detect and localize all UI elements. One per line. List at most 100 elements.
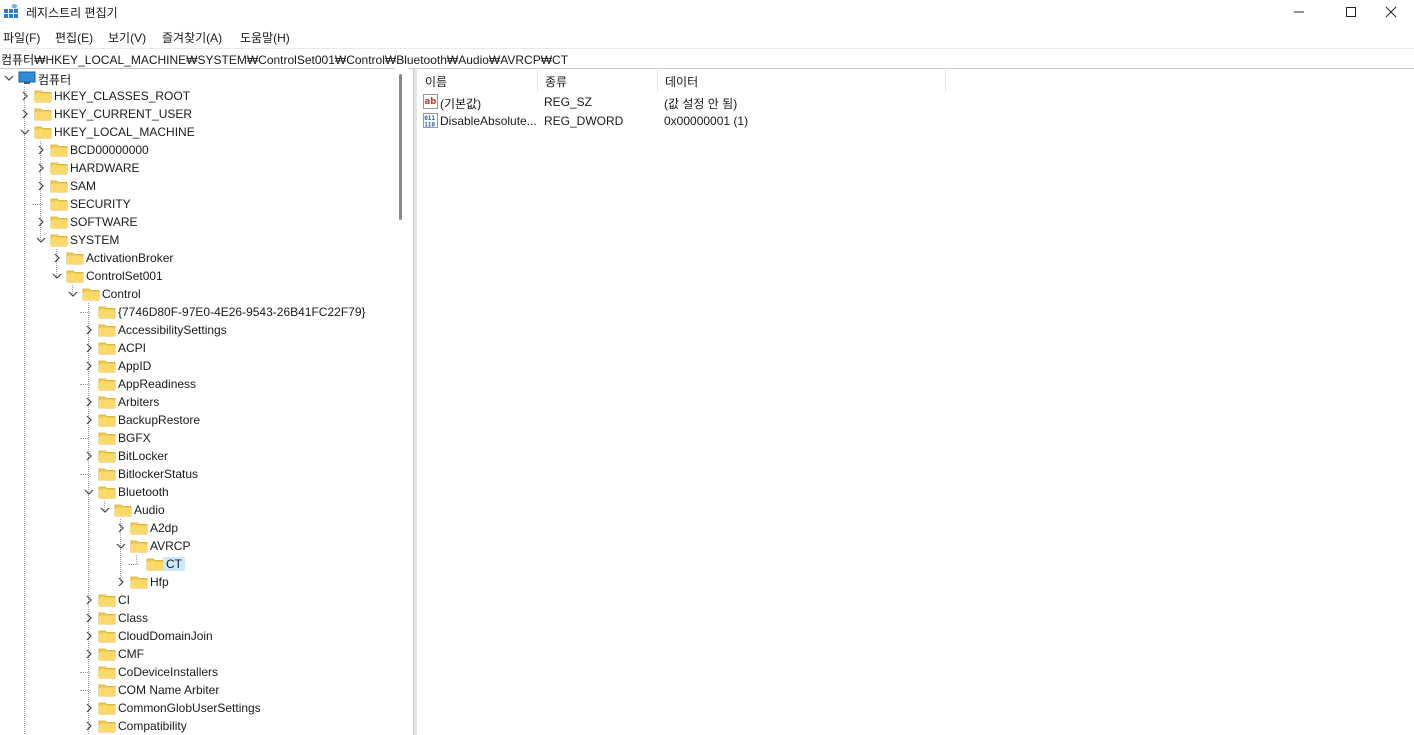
tree-node[interactable]: ActivationBroker [0,249,394,267]
chevron-right-icon[interactable] [84,451,94,461]
tree-node-label: HKEY_CLASSES_ROOT [54,89,191,103]
chevron-right-icon[interactable] [84,325,94,335]
tree-node[interactable]: SYSTEM [0,231,394,249]
tree-node-label: AppReadiness [118,377,197,391]
chevron-right-icon[interactable] [20,91,30,101]
values-list[interactable]: 이름 종류 데이터 ab (기본값) REG_SZ (값 설정 안 됨) 011… [417,68,1414,735]
tree-node[interactable]: BitLocker [0,447,394,465]
address-bar[interactable]: 컴퓨터₩HKEY_LOCAL_MACHINE₩SYSTEM₩ControlSet… [0,48,1414,69]
tree-node[interactable]: AccessibilitySettings [0,321,394,339]
chevron-down-icon[interactable] [84,487,94,497]
chevron-down-icon[interactable] [4,73,14,83]
tree-node-label: BitLocker [118,449,169,463]
chevron-right-icon[interactable] [52,253,62,263]
tree-node[interactable]: SECURITY [0,195,394,213]
chevron-right-icon[interactable] [36,181,46,191]
tree-node[interactable]: 컴퓨터 [0,69,394,87]
tree-node[interactable]: BitlockerStatus [0,465,394,483]
chevron-right-icon[interactable] [84,361,94,371]
tree-node[interactable]: Class [0,609,394,627]
tree-node-label: ACPI [118,341,147,355]
tree-node[interactable]: BackupRestore [0,411,394,429]
tree-node[interactable]: BCD00000000 [0,141,394,159]
tree-node[interactable]: CT [0,555,394,573]
tree-node[interactable]: AppReadiness [0,375,394,393]
address-path[interactable]: 컴퓨터₩HKEY_LOCAL_MACHINE₩SYSTEM₩ControlSet… [1,51,568,68]
tree-node[interactable]: AppID [0,357,394,375]
folder-icon [34,90,52,103]
tree-node[interactable]: SOFTWARE [0,213,394,231]
chevron-right-icon[interactable] [84,613,94,623]
chevron-down-icon[interactable] [52,271,62,281]
tree-node-label: SAM [70,179,97,193]
chevron-down-icon[interactable] [36,235,46,245]
chevron-down-icon[interactable] [116,541,126,551]
tree-scrollbar-thumb[interactable] [399,74,402,220]
minimize-button[interactable] [1276,0,1322,24]
chevron-right-icon[interactable] [84,721,94,731]
close-button[interactable] [1368,0,1414,24]
column-header-name-label: 이름 [425,75,448,89]
chevron-down-icon[interactable] [20,127,30,137]
chevron-right-icon[interactable] [84,415,94,425]
folder-open-icon [114,504,132,517]
tree-node[interactable]: CommonGlobUserSettings [0,699,394,717]
tree-node[interactable]: Hfp [0,573,394,591]
tree-node[interactable]: Compatibility [0,717,394,735]
tree-node-label: Bluetooth [118,485,169,499]
tree-node[interactable]: CloudDomainJoin [0,627,394,645]
chevron-right-icon[interactable] [36,163,46,173]
tree-node[interactable]: HKEY_LOCAL_MACHINE [0,123,394,141]
tree-node-label: CommonGlobUserSettings [118,701,261,715]
tree-node[interactable]: CMF [0,645,394,663]
chevron-right-icon[interactable] [36,217,46,227]
chevron-right-icon[interactable] [36,145,46,155]
chevron-right-icon[interactable] [84,649,94,659]
menu-help[interactable]: 도움말(H) [240,29,290,46]
chevron-right-icon[interactable] [84,631,94,641]
tree-node[interactable]: CoDeviceInstallers [0,663,394,681]
tree-node[interactable]: Arbiters [0,393,394,411]
chevron-right-icon[interactable] [84,397,94,407]
tree-node[interactable]: {7746D80F-97E0-4E26-9543-26B41FC22F79} [0,303,394,321]
tree-node[interactable]: Bluetooth [0,483,394,501]
chevron-right-icon[interactable] [84,343,94,353]
tree-node[interactable]: ControlSet001 [0,267,394,285]
chevron-right-icon[interactable] [84,703,94,713]
chevron-right-icon[interactable] [116,523,126,533]
tree-node[interactable]: HARDWARE [0,159,394,177]
tree-node[interactable]: ACPI [0,339,394,357]
menu-file[interactable]: 파일(F) [3,29,40,46]
column-header-type[interactable]: 종류 [537,68,658,92]
chevron-right-icon[interactable] [84,595,94,605]
chevron-right-icon[interactable] [20,109,30,119]
column-header-data[interactable]: 데이터 [657,68,946,92]
menu-view[interactable]: 보기(V) [108,29,146,46]
folder-open-icon [34,126,52,139]
chevron-right-icon[interactable] [116,577,126,587]
registry-tree[interactable]: 컴퓨터 HKEY_CLASSES_ROOT HKEY_CURRENT_USER HKE… [0,68,394,735]
tree-node-label: AccessibilitySettings [118,323,227,337]
column-header-name[interactable]: 이름 [417,68,538,92]
tree-node-label: CT [163,557,185,571]
tree-node[interactable]: SAM [0,177,394,195]
tree-node[interactable]: BGFX [0,429,394,447]
folder-icon [130,522,148,535]
tree-node[interactable]: Audio [0,501,394,519]
tree-node[interactable]: HKEY_CLASSES_ROOT [0,87,394,105]
value-row[interactable]: ab (기본값) REG_SZ (값 설정 안 됨) [417,93,1117,112]
tree-node[interactable]: HKEY_CURRENT_USER [0,105,394,123]
folder-icon [98,360,116,373]
tree-scrollbar[interactable] [394,68,408,735]
tree-node[interactable]: A2dp [0,519,394,537]
tree-node[interactable]: COM Name Arbiter [0,681,394,699]
chevron-down-icon[interactable] [68,289,78,299]
menu-edit[interactable]: 편집(E) [55,29,93,46]
tree-node[interactable]: CI [0,591,394,609]
value-row[interactable]: 011 110 DisableAbsolute... REG_DWORD 0x0… [417,112,1117,131]
tree-node[interactable]: AVRCP [0,537,394,555]
folder-icon [130,576,148,589]
tree-node[interactable]: Control [0,285,394,303]
chevron-down-icon[interactable] [100,505,110,515]
menu-favorites[interactable]: 즐겨찾기(A) [162,29,222,46]
